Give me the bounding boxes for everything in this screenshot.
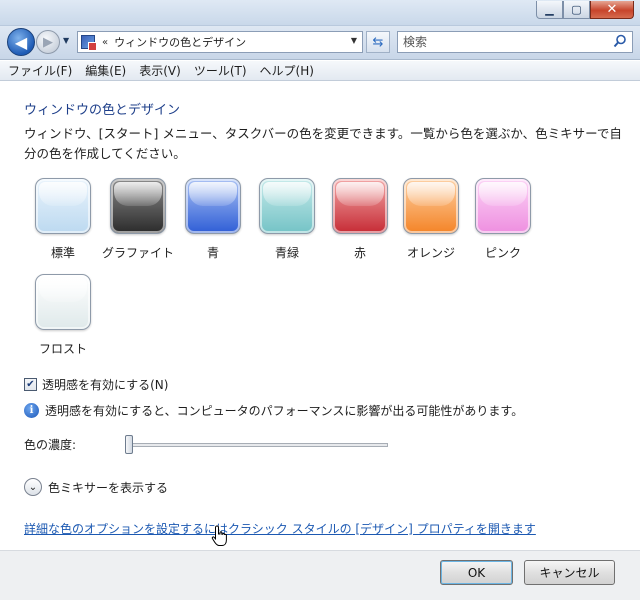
swatch-teal[interactable]: 青緑 [257, 178, 317, 261]
swatch-orange[interactable]: オレンジ [401, 178, 461, 261]
title-bar: ▁ ▢ ✕ [0, 0, 640, 26]
color-mixer-label[interactable]: 色ミキサーを表示する [48, 479, 168, 496]
transparency-checkbox[interactable]: ✔ [24, 378, 37, 391]
refresh-button[interactable]: ⇆ [366, 31, 390, 53]
back-button[interactable]: ◀ [7, 28, 35, 56]
color-mixer-toggle[interactable]: ⌄ 色ミキサーを表示する [24, 478, 168, 496]
chevron-down-icon[interactable]: ⌄ [24, 478, 42, 496]
swatch-blue[interactable]: 青 [183, 178, 243, 261]
search-box[interactable] [397, 31, 633, 53]
breadcrumb-overflow-icon[interactable]: « [102, 37, 108, 48]
menu-help[interactable]: ヘルプ(H) [260, 62, 314, 79]
transparency-label[interactable]: 透明感を有効にする(N) [42, 376, 168, 393]
performance-notice-text: 透明感を有効にすると、コンピュータのパフォーマンスに影響が出る可能性があります。 [45, 404, 524, 418]
caption-buttons: ▁ ▢ ✕ [536, 1, 634, 19]
swatch-label: ピンク [484, 246, 521, 260]
ok-button[interactable]: OK [440, 560, 513, 585]
transparency-option[interactable]: ✔ 透明感を有効にする(N) [24, 376, 168, 393]
search-input[interactable] [398, 32, 598, 52]
menu-edit[interactable]: 編集(E) [85, 62, 126, 79]
swatch-tile[interactable] [259, 178, 315, 234]
menu-bar: ファイル(F) 編集(E) 表示(V) ツール(T) ヘルプ(H) [0, 61, 640, 81]
address-text[interactable]: ウィンドウの色とデザイン [114, 34, 246, 50]
menu-view[interactable]: 表示(V) [139, 62, 181, 79]
menu-tools[interactable]: ツール(T) [194, 62, 247, 79]
forward-arrow-icon: ▶ [43, 34, 53, 50]
swatch-tile[interactable] [475, 178, 531, 234]
swatch-default[interactable]: 標準 [33, 178, 93, 261]
address-dropdown-icon[interactable]: ▼ [351, 36, 357, 45]
forward-button[interactable]: ▶ [36, 30, 60, 54]
swatch-tile[interactable] [332, 178, 388, 234]
minimize-button[interactable]: ▁ [536, 1, 563, 19]
swatch-tile[interactable] [403, 178, 459, 234]
navigation-bar: ◀ ▶ ▼ « ウィンドウの色とデザイン ▼ ⇆ [0, 26, 640, 60]
menu-file[interactable]: ファイル(F) [8, 62, 72, 79]
address-bar[interactable]: « ウィンドウの色とデザイン ▼ [77, 31, 363, 53]
close-button[interactable]: ✕ [590, 1, 634, 19]
advanced-color-options-link[interactable]: 詳細な色のオプションを設定するにはクラシック スタイルの [デザイン] プロパテ… [24, 520, 536, 537]
info-icon: i [24, 403, 39, 418]
checkmark-icon: ✔ [26, 379, 35, 390]
hand-pointer-icon [211, 525, 227, 546]
cancel-button[interactable]: キャンセル [524, 560, 615, 585]
swatch-tile[interactable] [110, 178, 166, 234]
performance-notice: i 透明感を有効にすると、コンピュータのパフォーマンスに影響が出る可能性がありま… [24, 402, 523, 419]
color-intensity-slider[interactable] [128, 443, 388, 447]
swatch-pink[interactable]: ピンク [473, 178, 533, 261]
refresh-icon: ⇆ [372, 34, 384, 50]
recent-pages-dropdown-icon[interactable]: ▼ [63, 36, 69, 45]
color-intensity-label: 色の濃度: [24, 438, 77, 452]
search-icon[interactable] [613, 34, 627, 48]
page-description: ウィンドウ、[スタート] メニュー、タスクバーの色を変更できます。一覧から色を選… [24, 126, 622, 161]
swatch-label: フロスト [38, 342, 87, 356]
maximize-button[interactable]: ▢ [563, 1, 590, 19]
swatch-tile[interactable] [35, 178, 91, 234]
main-content: ウィンドウの色とデザイン ウィンドウ、[スタート] メニュー、タスクバーの色を変… [0, 82, 640, 550]
color-intensity-slider-thumb[interactable] [125, 435, 133, 454]
page-title: ウィンドウの色とデザイン [24, 103, 181, 118]
control-panel-icon [81, 35, 97, 51]
dialog-footer: OK キャンセル [0, 550, 640, 600]
swatch-tile[interactable] [35, 274, 91, 330]
back-arrow-icon: ◀ [14, 32, 28, 52]
swatch-tile[interactable] [185, 178, 241, 234]
swatch-frost[interactable]: フロスト [33, 274, 93, 357]
swatch-graphite[interactable]: グラファイト [102, 178, 174, 261]
